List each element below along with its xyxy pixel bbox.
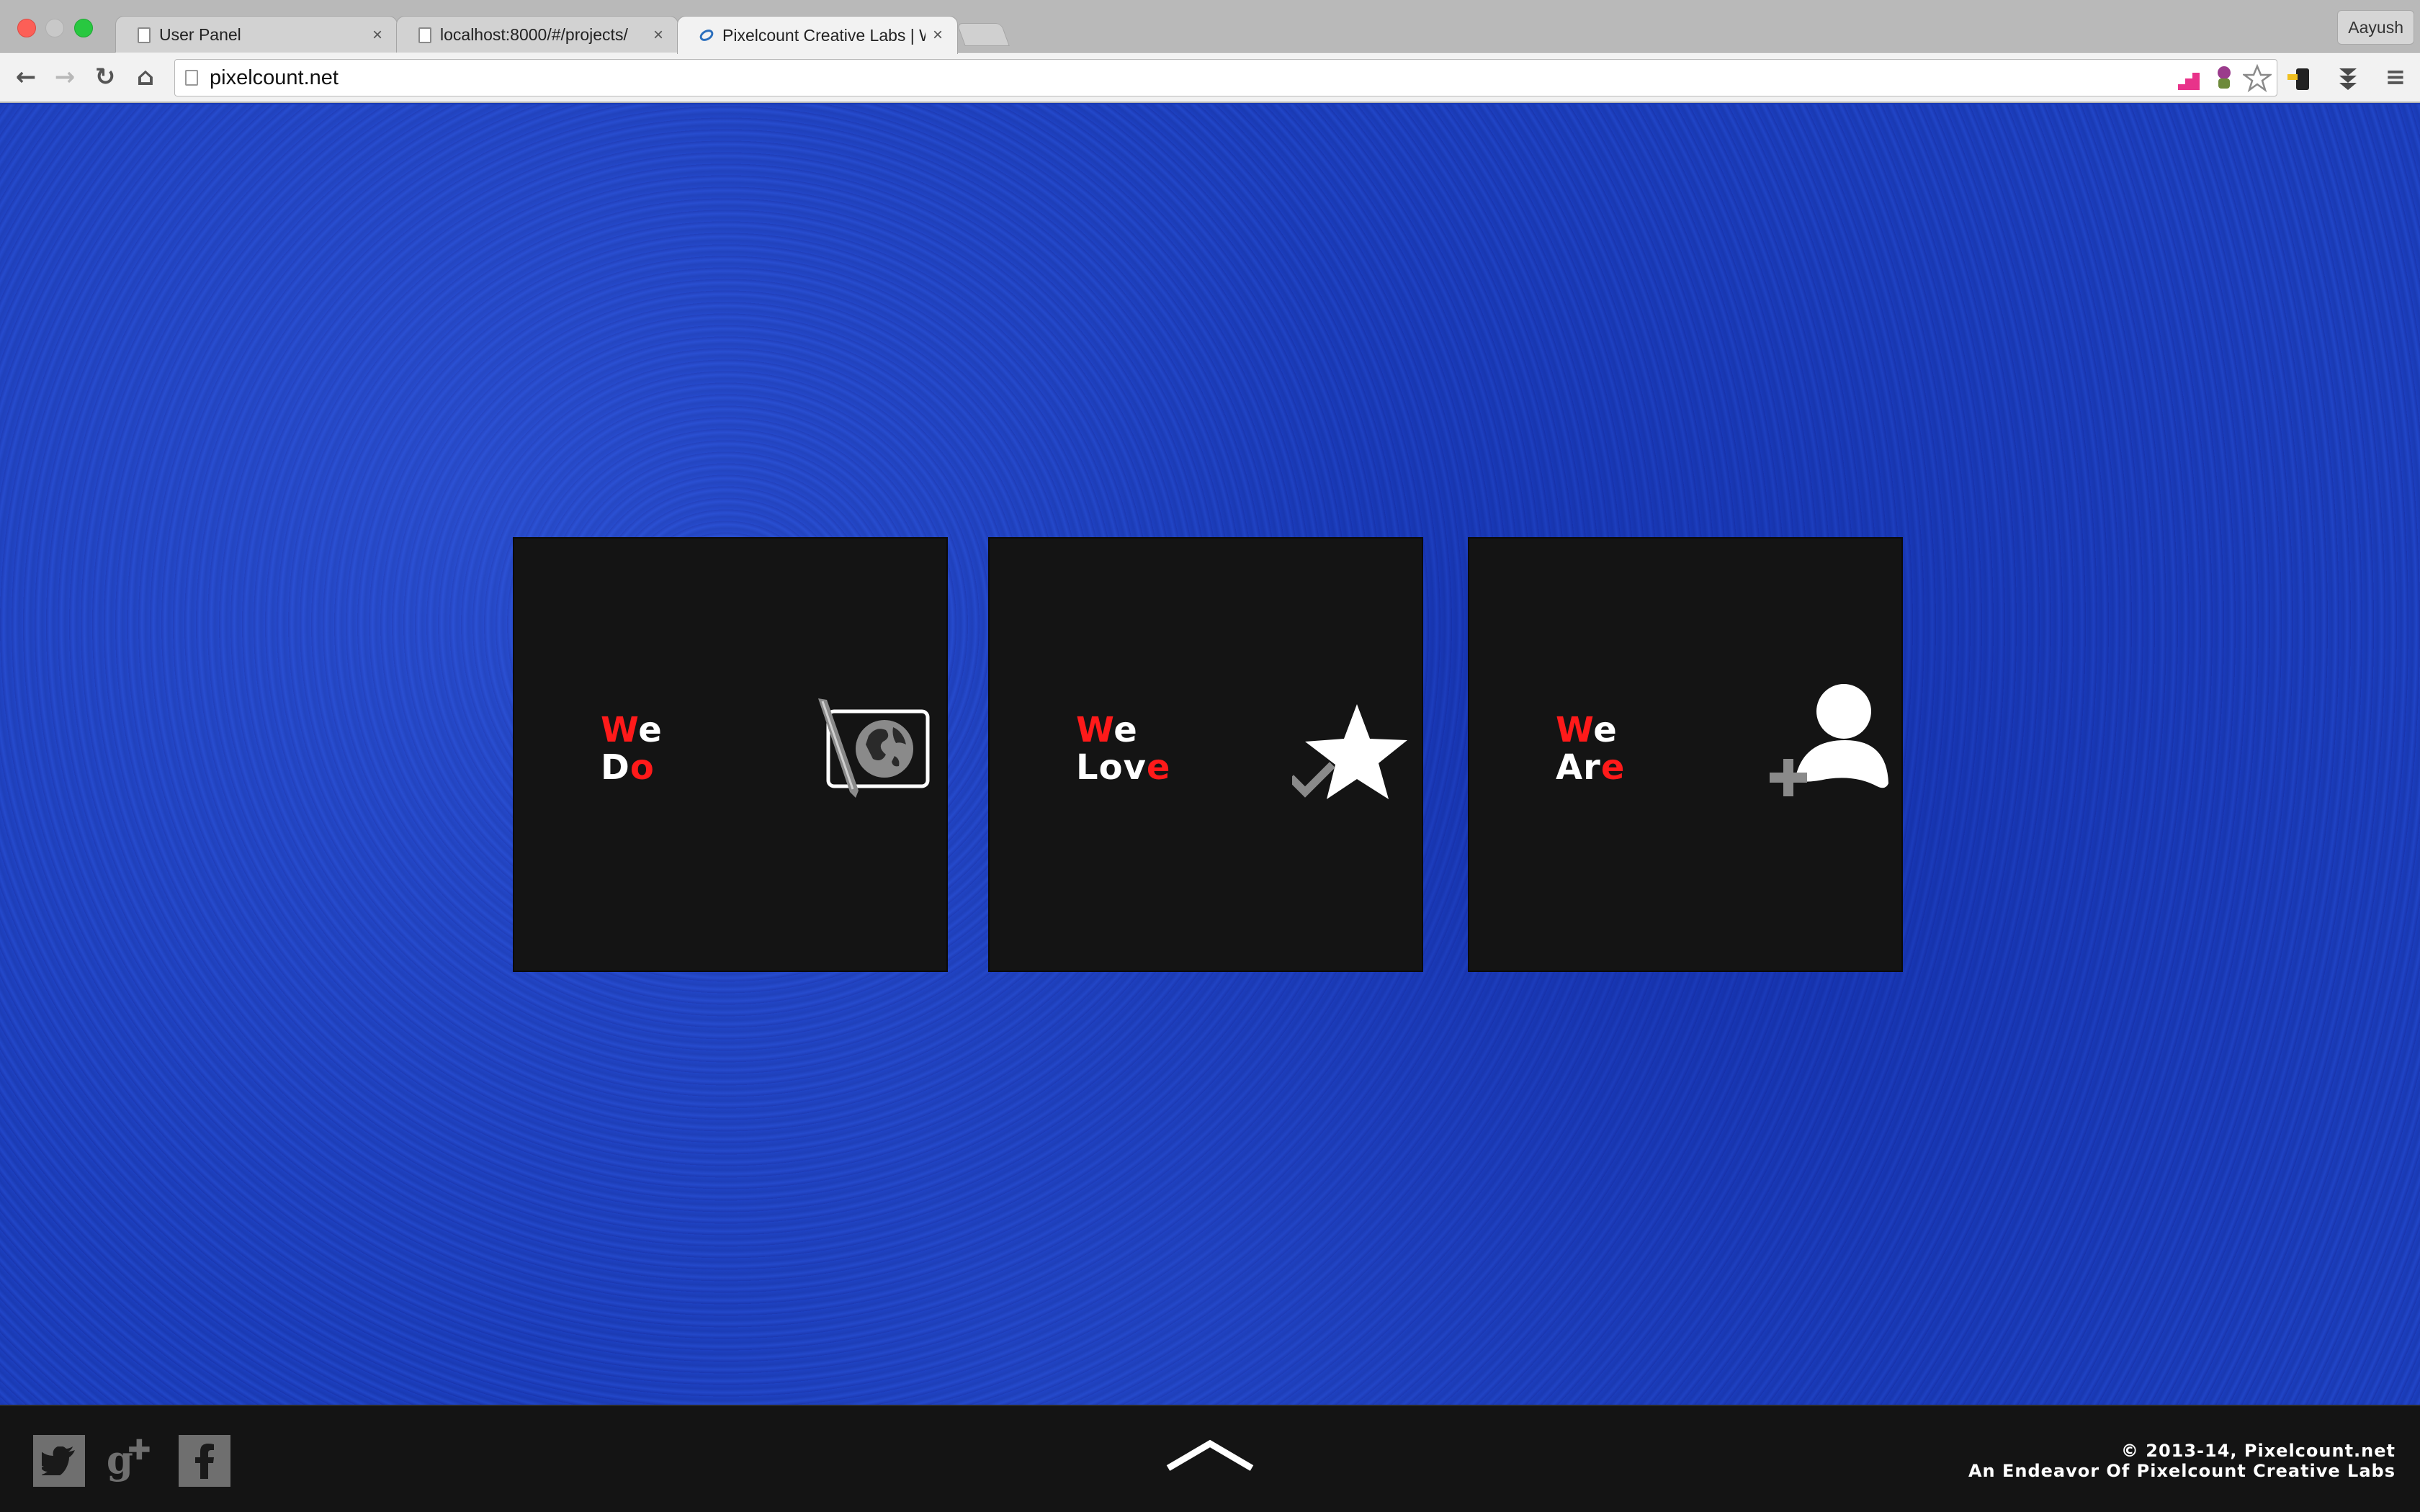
new-tab-button[interactable]: [956, 23, 1010, 46]
maximize-window-button[interactable]: [74, 19, 93, 37]
close-window-button[interactable]: [17, 19, 36, 37]
address-bar[interactable]: pixelcount.net: [174, 59, 2277, 96]
google-plus-icon: g: [107, 1437, 150, 1482]
url-text: pixelcount.net: [210, 66, 339, 89]
site-favicon-icon: [697, 27, 716, 44]
page-icon: [138, 27, 151, 43]
page-footer: g © 2013-14, Pixelcount.net An Endeavor …: [0, 1405, 2420, 1512]
menu-button[interactable]: ≡: [2380, 61, 2411, 93]
twitter-icon: [42, 1446, 75, 1475]
page-info-icon: [185, 70, 198, 86]
traffic-extension-icon[interactable]: [2334, 64, 2362, 93]
google-plus-link[interactable]: g: [105, 1435, 157, 1487]
browser-tab-bar: User Panel × localhost:8000/#/projects/ …: [0, 0, 2420, 54]
card-headline: We Love: [1076, 711, 1170, 786]
back-button[interactable]: ←: [10, 61, 42, 93]
forward-button[interactable]: →: [49, 61, 81, 93]
tab-title: Pixelcount Creative Labs | W: [722, 25, 926, 45]
add-user-icon: [1770, 684, 1888, 796]
globe-canvas-icon: [818, 698, 930, 798]
browser-tab-pixelcount[interactable]: Pixelcount Creative Labs | W ×: [677, 16, 958, 54]
tab-close-icon[interactable]: ×: [933, 25, 943, 45]
headline-white-text: e: [1113, 710, 1138, 750]
thistle-extension-icon[interactable]: [2211, 64, 2237, 93]
facebook-icon: [195, 1444, 214, 1479]
credit-line: An Endeavor Of Pixelcount Creative Labs: [1968, 1461, 2396, 1481]
home-button[interactable]: ⌂: [130, 61, 161, 93]
headline-red-letter: W: [1556, 710, 1594, 750]
twitter-link[interactable]: [33, 1435, 85, 1487]
card-we-are[interactable]: We Are: [1468, 537, 1903, 972]
headline-white-text: Ar: [1556, 747, 1601, 788]
tab-title: User Panel: [159, 25, 241, 44]
headline-red-letter: W: [601, 710, 639, 750]
copyright-text: © 2013-14, Pixelcount.net An Endeavor Of…: [1968, 1441, 2396, 1481]
copyright-line: © 2013-14, Pixelcount.net: [2120, 1441, 2396, 1461]
card-we-do[interactable]: We Do: [513, 537, 948, 972]
card-headline: We Are: [1556, 711, 1625, 786]
page-icon: [418, 27, 431, 43]
headline-white-text: e: [638, 710, 663, 750]
tab-close-icon[interactable]: ×: [372, 25, 382, 45]
reload-button[interactable]: ↻: [89, 61, 121, 93]
tab-title: localhost:8000/#/projects/: [440, 25, 628, 44]
headline-red-letter: e: [1146, 747, 1171, 788]
headline-red-letter: e: [1600, 747, 1626, 788]
stairs-extension-icon[interactable]: [2175, 64, 2204, 93]
browser-tab-user-panel[interactable]: User Panel ×: [115, 16, 398, 53]
tab-close-icon[interactable]: ×: [653, 25, 663, 45]
card-we-love[interactable]: We Love: [988, 537, 1423, 972]
profile-button[interactable]: Aayush: [2337, 10, 2414, 45]
browser-tab-localhost[interactable]: localhost:8000/#/projects/ ×: [396, 16, 678, 53]
headline-white-text: e: [1593, 710, 1618, 750]
svg-text:g: g: [107, 1437, 133, 1482]
headline-white-text: D: [601, 747, 630, 788]
card-headline: We Do: [601, 711, 663, 786]
scroll-to-top-icon[interactable]: [1165, 1438, 1255, 1472]
device-extension-icon[interactable]: [2286, 64, 2315, 93]
minimize-window-button[interactable]: [45, 19, 64, 37]
headline-red-letter: o: [629, 747, 655, 788]
bookmark-star-icon[interactable]: [2243, 64, 2272, 93]
headline-red-letter: W: [1076, 710, 1114, 750]
browser-toolbar: ← → ↻ ⌂ pixelcount.net ≡: [0, 53, 2420, 103]
page-background: We Do We Love We Are: [0, 104, 2420, 1405]
headline-white-text: Lov: [1076, 747, 1147, 788]
star-check-icon: [1292, 704, 1407, 799]
facebook-link[interactable]: [179, 1435, 230, 1487]
